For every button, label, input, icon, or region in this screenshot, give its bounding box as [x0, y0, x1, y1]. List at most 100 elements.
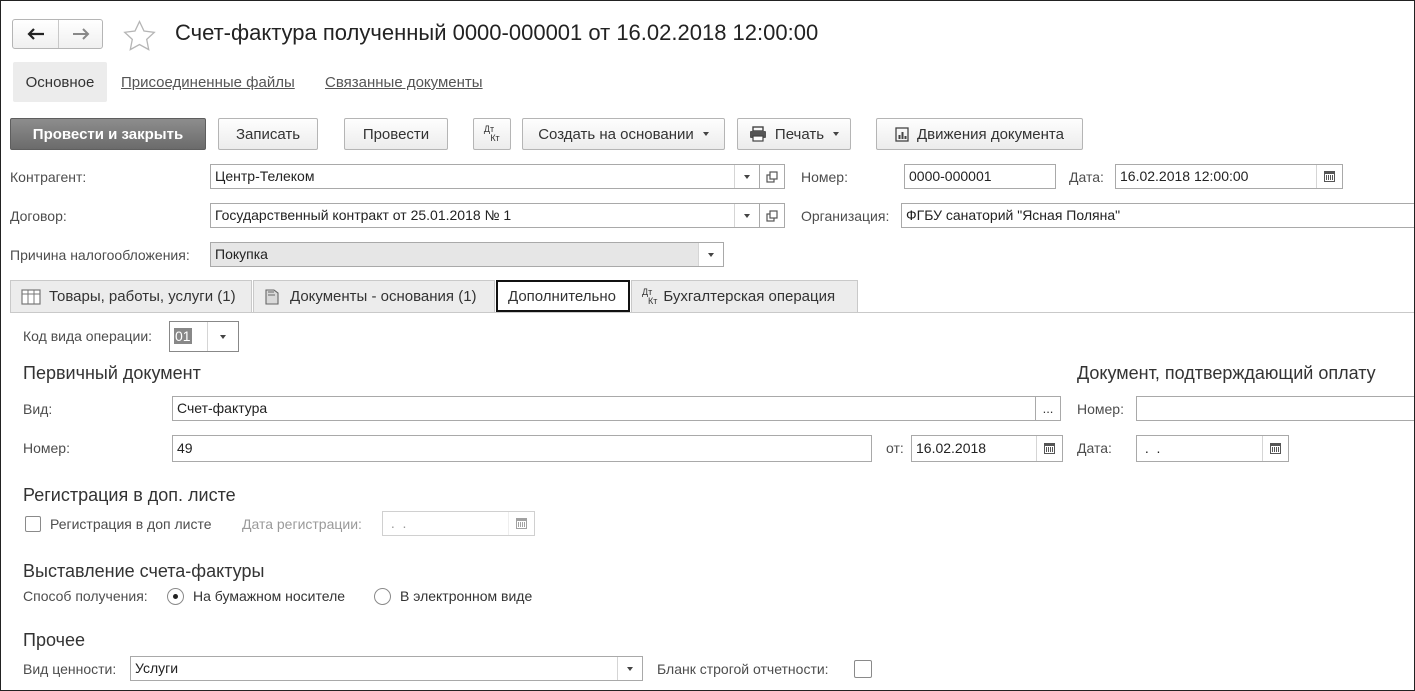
date-field[interactable]: 16.02.2018 12:00:00 — [1115, 164, 1343, 189]
pay-date-value: . . — [1141, 440, 1161, 456]
contract-label: Договор: — [10, 208, 67, 224]
print-button[interactable]: Печать — [737, 118, 851, 150]
dt-kt-icon: Дт Кт — [484, 125, 500, 143]
doc-number-value: 49 — [177, 440, 193, 456]
value-type-value: Услуги — [135, 660, 179, 676]
strict-form-label: Бланк строгой отчетности: — [657, 661, 829, 677]
from-date-value: 16.02.2018 — [916, 440, 987, 456]
kind-label: Вид: — [23, 401, 53, 417]
ellipsis-label: ... — [1042, 401, 1054, 416]
radio-paper[interactable] — [167, 588, 184, 605]
report-icon — [895, 126, 909, 142]
registration-date-label: Дата регистрации: — [242, 516, 362, 532]
tab-accounting-operation[interactable]: Дт Кт Бухгалтерская операция — [631, 280, 858, 312]
arrow-right-icon — [73, 28, 90, 40]
tax-reason-field[interactable]: Покупка — [210, 242, 724, 267]
chevron-down-icon[interactable] — [698, 243, 723, 266]
page-title: Счет-фактура полученный 0000-000001 от 1… — [175, 20, 819, 45]
save-button[interactable]: Записать — [218, 118, 318, 150]
tab-additional[interactable]: Дополнительно — [496, 280, 630, 312]
organization-field[interactable]: ФГБУ санаторий "Ясная Поляна" — [901, 203, 1414, 228]
document-icon — [265, 289, 279, 305]
calendar-icon — [516, 518, 527, 529]
kind-field[interactable]: Счет-фактура — [172, 396, 1036, 421]
calendar-button[interactable] — [508, 512, 534, 535]
value-type-label: Вид ценности: — [23, 661, 117, 677]
doc-number-label: Номер: — [23, 440, 70, 456]
registration-heading: Регистрация в доп. листе — [23, 485, 236, 505]
print-label: Печать — [774, 125, 825, 143]
value-type-field[interactable]: Услуги — [130, 656, 643, 681]
chevron-down-icon[interactable] — [207, 322, 238, 351]
open-contract-button[interactable] — [760, 203, 785, 228]
tab-goods-services[interactable]: Товары, работы, услуги (1) — [10, 280, 252, 312]
document-movements-label: Движения документа — [917, 125, 1064, 143]
printer-icon — [749, 126, 766, 142]
chevron-down-icon[interactable] — [617, 657, 642, 680]
nav-tab-attached-files[interactable]: Присоединенные файлы — [121, 74, 295, 91]
dt-kt-icon: Дт Кт — [642, 287, 658, 306]
strict-form-checkbox[interactable] — [854, 660, 872, 678]
calendar-icon — [1270, 443, 1281, 454]
back-button[interactable] — [13, 20, 59, 48]
open-counterparty-button[interactable] — [760, 164, 785, 189]
date-value: 16.02.2018 12:00:00 — [1120, 168, 1249, 184]
tab-additional-label: Дополнительно — [508, 287, 616, 305]
tax-reason-label: Причина налогообложения: — [10, 247, 190, 263]
chevron-down-icon[interactable] — [734, 204, 759, 227]
invoice-issue-heading: Выставление счета-фактуры — [23, 561, 265, 581]
radio-electronic-label: В электронном виде — [400, 588, 533, 604]
nav-tab-related-docs[interactable]: Связанные документы — [325, 74, 483, 91]
post-and-close-button[interactable]: Провести и закрыть — [10, 118, 206, 150]
other-heading: Прочее — [23, 630, 85, 650]
contract-field[interactable]: Государственный контракт от 25.01.2018 №… — [210, 203, 760, 228]
post-button[interactable]: Провести — [344, 118, 448, 150]
radio-electronic[interactable] — [374, 588, 391, 605]
create-based-on-button[interactable]: Создать на основании — [522, 118, 725, 150]
kind-value: Счет-фактура — [177, 400, 268, 416]
number-field[interactable]: 0000-000001 — [904, 164, 1056, 189]
tab-accounting-operation-label: Бухгалтерская операция — [663, 288, 836, 305]
registration-checkbox[interactable] — [25, 516, 41, 532]
forward-button[interactable] — [59, 20, 103, 48]
op-code-field[interactable]: 01 — [169, 321, 239, 352]
kt-label: Кт — [648, 295, 658, 306]
nav-tab-main[interactable]: Основное — [13, 62, 107, 102]
tab-base-documents-label: Документы - основания (1) — [290, 288, 477, 305]
dt-kt-button[interactable]: Дт Кт — [473, 118, 511, 150]
arrow-left-icon — [26, 28, 44, 40]
nav-tab-main-label: Основное — [25, 73, 95, 91]
tab-base-documents[interactable]: Документы - основания (1) — [253, 280, 495, 312]
kt-label: Кт — [490, 133, 500, 143]
calendar-button[interactable] — [1036, 436, 1062, 461]
document-movements-button[interactable]: Движения документа — [876, 118, 1083, 150]
registration-date-field[interactable]: . . — [382, 511, 535, 536]
number-label: Номер: — [801, 169, 848, 185]
tab-goods-services-label: Товары, работы, услуги (1) — [49, 288, 236, 305]
from-label: от: — [886, 440, 904, 456]
date-label: Дата: — [1069, 169, 1104, 185]
chevron-down-icon — [702, 132, 709, 136]
create-based-on-label: Создать на основании — [538, 125, 694, 143]
open-window-icon — [766, 170, 778, 183]
number-value: 0000-000001 — [909, 168, 992, 184]
kind-select-button[interactable]: ... — [1036, 396, 1061, 421]
chevron-down-icon[interactable] — [734, 165, 759, 188]
organization-value: ФГБУ санаторий "Ясная Поляна" — [906, 207, 1121, 223]
nav-back-forward — [12, 19, 103, 49]
counterparty-field[interactable]: Центр-Телеком — [210, 164, 760, 189]
favorite-star-icon[interactable] — [123, 20, 156, 51]
doc-number-field[interactable]: 49 — [172, 435, 872, 462]
calendar-button[interactable] — [1316, 165, 1342, 188]
from-date-field[interactable]: 16.02.2018 — [911, 435, 1063, 462]
chevron-down-icon — [833, 132, 840, 136]
counterparty-value: Центр-Телеком — [215, 168, 315, 184]
post-and-close-label: Провести и закрыть — [32, 125, 184, 143]
pay-number-field[interactable] — [1136, 396, 1414, 421]
pay-date-field[interactable]: . . — [1136, 435, 1289, 462]
post-label: Провести — [362, 125, 430, 143]
calendar-button[interactable] — [1262, 436, 1288, 461]
pay-date-label: Дата: — [1077, 440, 1112, 456]
op-code-label: Код вида операции: — [23, 328, 153, 344]
calendar-icon — [1324, 171, 1335, 182]
